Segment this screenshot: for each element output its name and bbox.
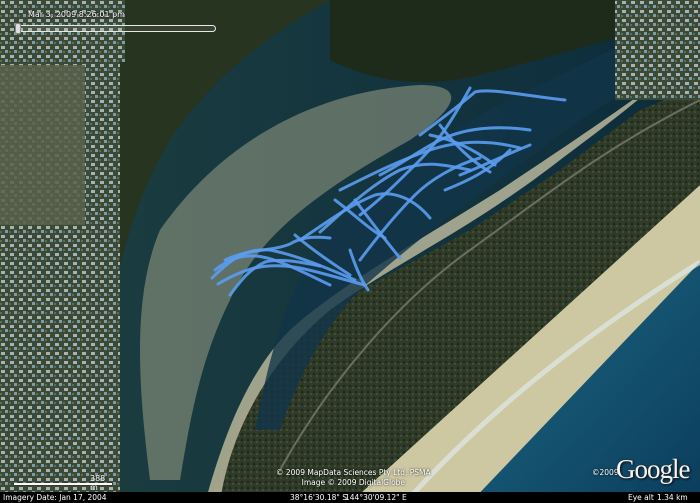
logo-word: Google xyxy=(616,454,690,484)
slider-handle-icon[interactable] xyxy=(15,23,21,34)
longitude-readout: 144°30'09.12" E xyxy=(345,493,407,502)
scale-legend: 388 m xyxy=(14,474,114,492)
scale-line xyxy=(14,483,112,485)
time-slider-track[interactable] xyxy=(18,25,216,32)
farm-field xyxy=(0,65,85,225)
google-logo: ©2009 Google xyxy=(592,454,696,484)
town-northeast xyxy=(615,0,700,100)
eye-alt-label: Eye alt xyxy=(628,493,654,502)
map-viewport[interactable]: Mar 3, 2009 8:26:01 pm 388 m © 2009 MapD… xyxy=(0,0,700,503)
status-bar: Imagery Date: Jan 17, 2004 38°16'30.18" … xyxy=(0,492,700,503)
time-slider[interactable]: Mar 3, 2009 8:26:01 pm xyxy=(6,10,216,38)
logo-year: ©2009 xyxy=(592,468,619,477)
imagery-date: Imagery Date: Jan 17, 2004 xyxy=(3,493,107,502)
eye-alt-value: 1.34 km xyxy=(657,493,688,502)
copyright-line-2: Image © 2009 DigitalGlobe xyxy=(301,478,406,487)
copyright-line-1: © 2009 MapData Sciences Pty Ltd, PSMA xyxy=(276,468,431,477)
latitude-readout: 38°16'30.18" S xyxy=(290,493,347,502)
copyright-notice: © 2009 MapData Sciences Pty Ltd, PSMA Im… xyxy=(276,468,431,488)
satellite-imagery[interactable] xyxy=(0,0,700,503)
time-slider-label: Mar 3, 2009 8:26:01 pm xyxy=(28,10,125,19)
